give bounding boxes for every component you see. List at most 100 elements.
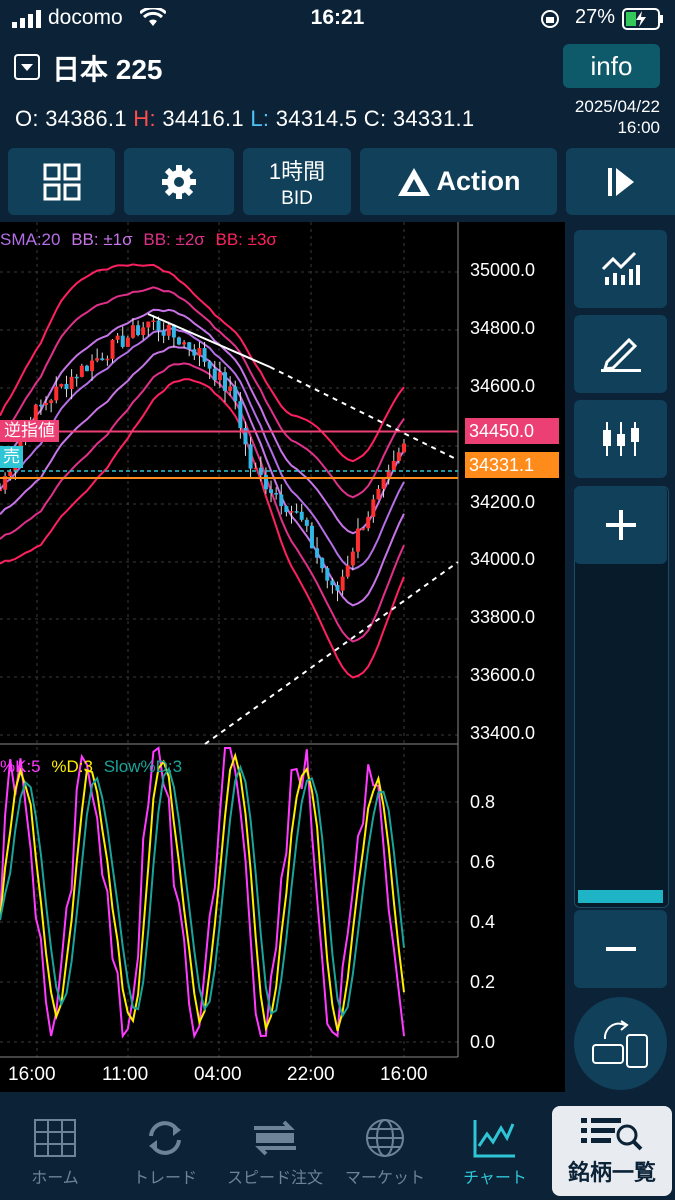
high-label: H:	[133, 106, 156, 131]
sma-legend: SMA:20	[0, 230, 61, 249]
symbol-dropdown[interactable]	[14, 54, 40, 80]
clock: 16:21	[310, 6, 365, 29]
candle-body	[212, 368, 217, 381]
bb1-legend: BB: ±1σ	[71, 230, 133, 249]
candle-body	[253, 467, 258, 470]
osc-axis-label: 0.4	[470, 912, 496, 932]
candle-body	[284, 506, 289, 513]
nav-speed-order-label: スピード注文	[226, 1170, 323, 1187]
candle-body	[376, 488, 381, 500]
candle-body	[361, 528, 366, 530]
nav-market-label: マーケット	[344, 1170, 425, 1187]
candle-body	[207, 361, 212, 369]
candle-body	[335, 585, 340, 591]
support-trendline	[204, 561, 459, 745]
settings-button[interactable]	[124, 148, 234, 215]
candle-body	[248, 444, 253, 469]
drawing-tool-button[interactable]	[574, 315, 667, 393]
candle-body	[233, 386, 238, 402]
zoom-slider-thumb[interactable]	[578, 890, 663, 903]
price-axis-label: 34200.0	[470, 492, 536, 512]
candle-body	[396, 452, 401, 461]
time-axis-label: 22:00	[287, 1064, 335, 1085]
symbol-list-icon	[581, 1118, 643, 1151]
nav-home[interactable]: ホーム	[0, 1096, 110, 1200]
nav-market[interactable]: マーケット	[330, 1096, 440, 1200]
price-axis-label: 34800.0	[470, 318, 536, 338]
plus-icon	[605, 510, 636, 540]
osc-axis-label: 0.6	[470, 852, 496, 872]
stop-order-tag[interactable]: 逆指値	[0, 420, 59, 442]
chart-type-button[interactable]	[574, 400, 667, 478]
close-label: C:	[363, 106, 387, 131]
interval-label: 1時間	[268, 158, 326, 184]
candle-body	[79, 365, 84, 377]
info-button[interactable]: info	[563, 44, 660, 88]
candle-body	[315, 548, 320, 558]
market-globe-icon	[366, 1119, 404, 1157]
time-axis-label: 16:00	[380, 1064, 428, 1085]
chart-icon	[473, 1120, 515, 1158]
candle-body	[115, 335, 120, 340]
interval-selector[interactable]: 1時間 BID	[243, 148, 351, 215]
candle-body	[44, 403, 49, 405]
time-axis-label: 16:00	[8, 1064, 56, 1085]
candle-body	[402, 443, 406, 453]
indicator-button[interactable]	[574, 230, 667, 308]
candle-body	[289, 511, 294, 513]
step-play-icon	[607, 167, 634, 196]
candle-body	[202, 348, 207, 362]
price-chart[interactable]	[0, 222, 565, 1092]
sell-position-tag[interactable]: 売	[0, 446, 23, 468]
action-logo-icon	[397, 167, 430, 196]
candle-body	[345, 565, 350, 577]
grid-layout-icon	[43, 163, 80, 200]
candle-body	[136, 325, 141, 336]
candle-body	[325, 568, 330, 581]
stoch-k-line	[0, 746, 405, 1040]
nav-symbol-list[interactable]: 銘柄一覧	[552, 1106, 672, 1196]
candle-body	[182, 342, 187, 345]
chart-area[interactable]: SMA:20 BB: ±1σ BB: ±2σ BB: ±3σ 逆指値 売 344…	[0, 222, 565, 1092]
indicator-chart-icon	[601, 251, 640, 285]
layout-button[interactable]	[8, 148, 115, 215]
rotation-lock-icon	[541, 10, 559, 28]
current-price-tag: 34331.1	[465, 452, 559, 478]
bar-datetime: 2025/04/22 16:00	[575, 96, 660, 138]
candle-body	[120, 335, 125, 347]
triangle-down-icon	[21, 64, 33, 71]
rotate-screen-button[interactable]	[574, 997, 667, 1090]
pencil-icon	[600, 337, 641, 372]
candle-body	[279, 494, 284, 507]
candle-body	[330, 580, 335, 586]
osc-axis-label: 0.8	[470, 792, 496, 812]
candle-body	[0, 489, 2, 492]
price-axis-label: 34000.0	[470, 549, 536, 569]
candle-body	[274, 493, 279, 495]
play-button[interactable]	[566, 148, 675, 215]
indicator-legend: SMA:20 BB: ±1σ BB: ±2σ BB: ±3σ	[0, 230, 277, 250]
d-legend: %D:3	[51, 757, 93, 776]
nav-trade[interactable]: トレード	[110, 1096, 220, 1200]
nav-chart[interactable]: チャート	[440, 1096, 550, 1200]
price-axis-label: 33400.0	[470, 723, 536, 743]
price-axis-label: 33800.0	[470, 607, 536, 627]
time-axis-label: 11:00	[102, 1064, 149, 1085]
zoom-out-button[interactable]	[574, 910, 667, 988]
candle-body	[238, 401, 243, 429]
candle-body	[355, 528, 360, 552]
nav-symbol-list-label: 銘柄一覧	[567, 1160, 656, 1185]
status-bar: docomo 16:21 27%	[0, 0, 675, 38]
stop-price-tag: 34450.0	[465, 418, 559, 444]
battery-charging-icon	[622, 8, 663, 30]
bb2-legend: BB: ±2σ	[143, 230, 205, 249]
zoom-in-button[interactable]	[574, 486, 667, 564]
action-button[interactable]: Action	[360, 148, 557, 215]
candle-body	[64, 383, 69, 390]
symbol-name[interactable]: 日本 225	[52, 48, 163, 88]
candle-body	[69, 376, 74, 390]
nav-speed-order[interactable]: スピード注文	[220, 1096, 330, 1200]
open-label: O:	[15, 106, 39, 131]
candle-body	[269, 489, 274, 494]
bar-date: 2025/04/22	[574, 97, 660, 116]
